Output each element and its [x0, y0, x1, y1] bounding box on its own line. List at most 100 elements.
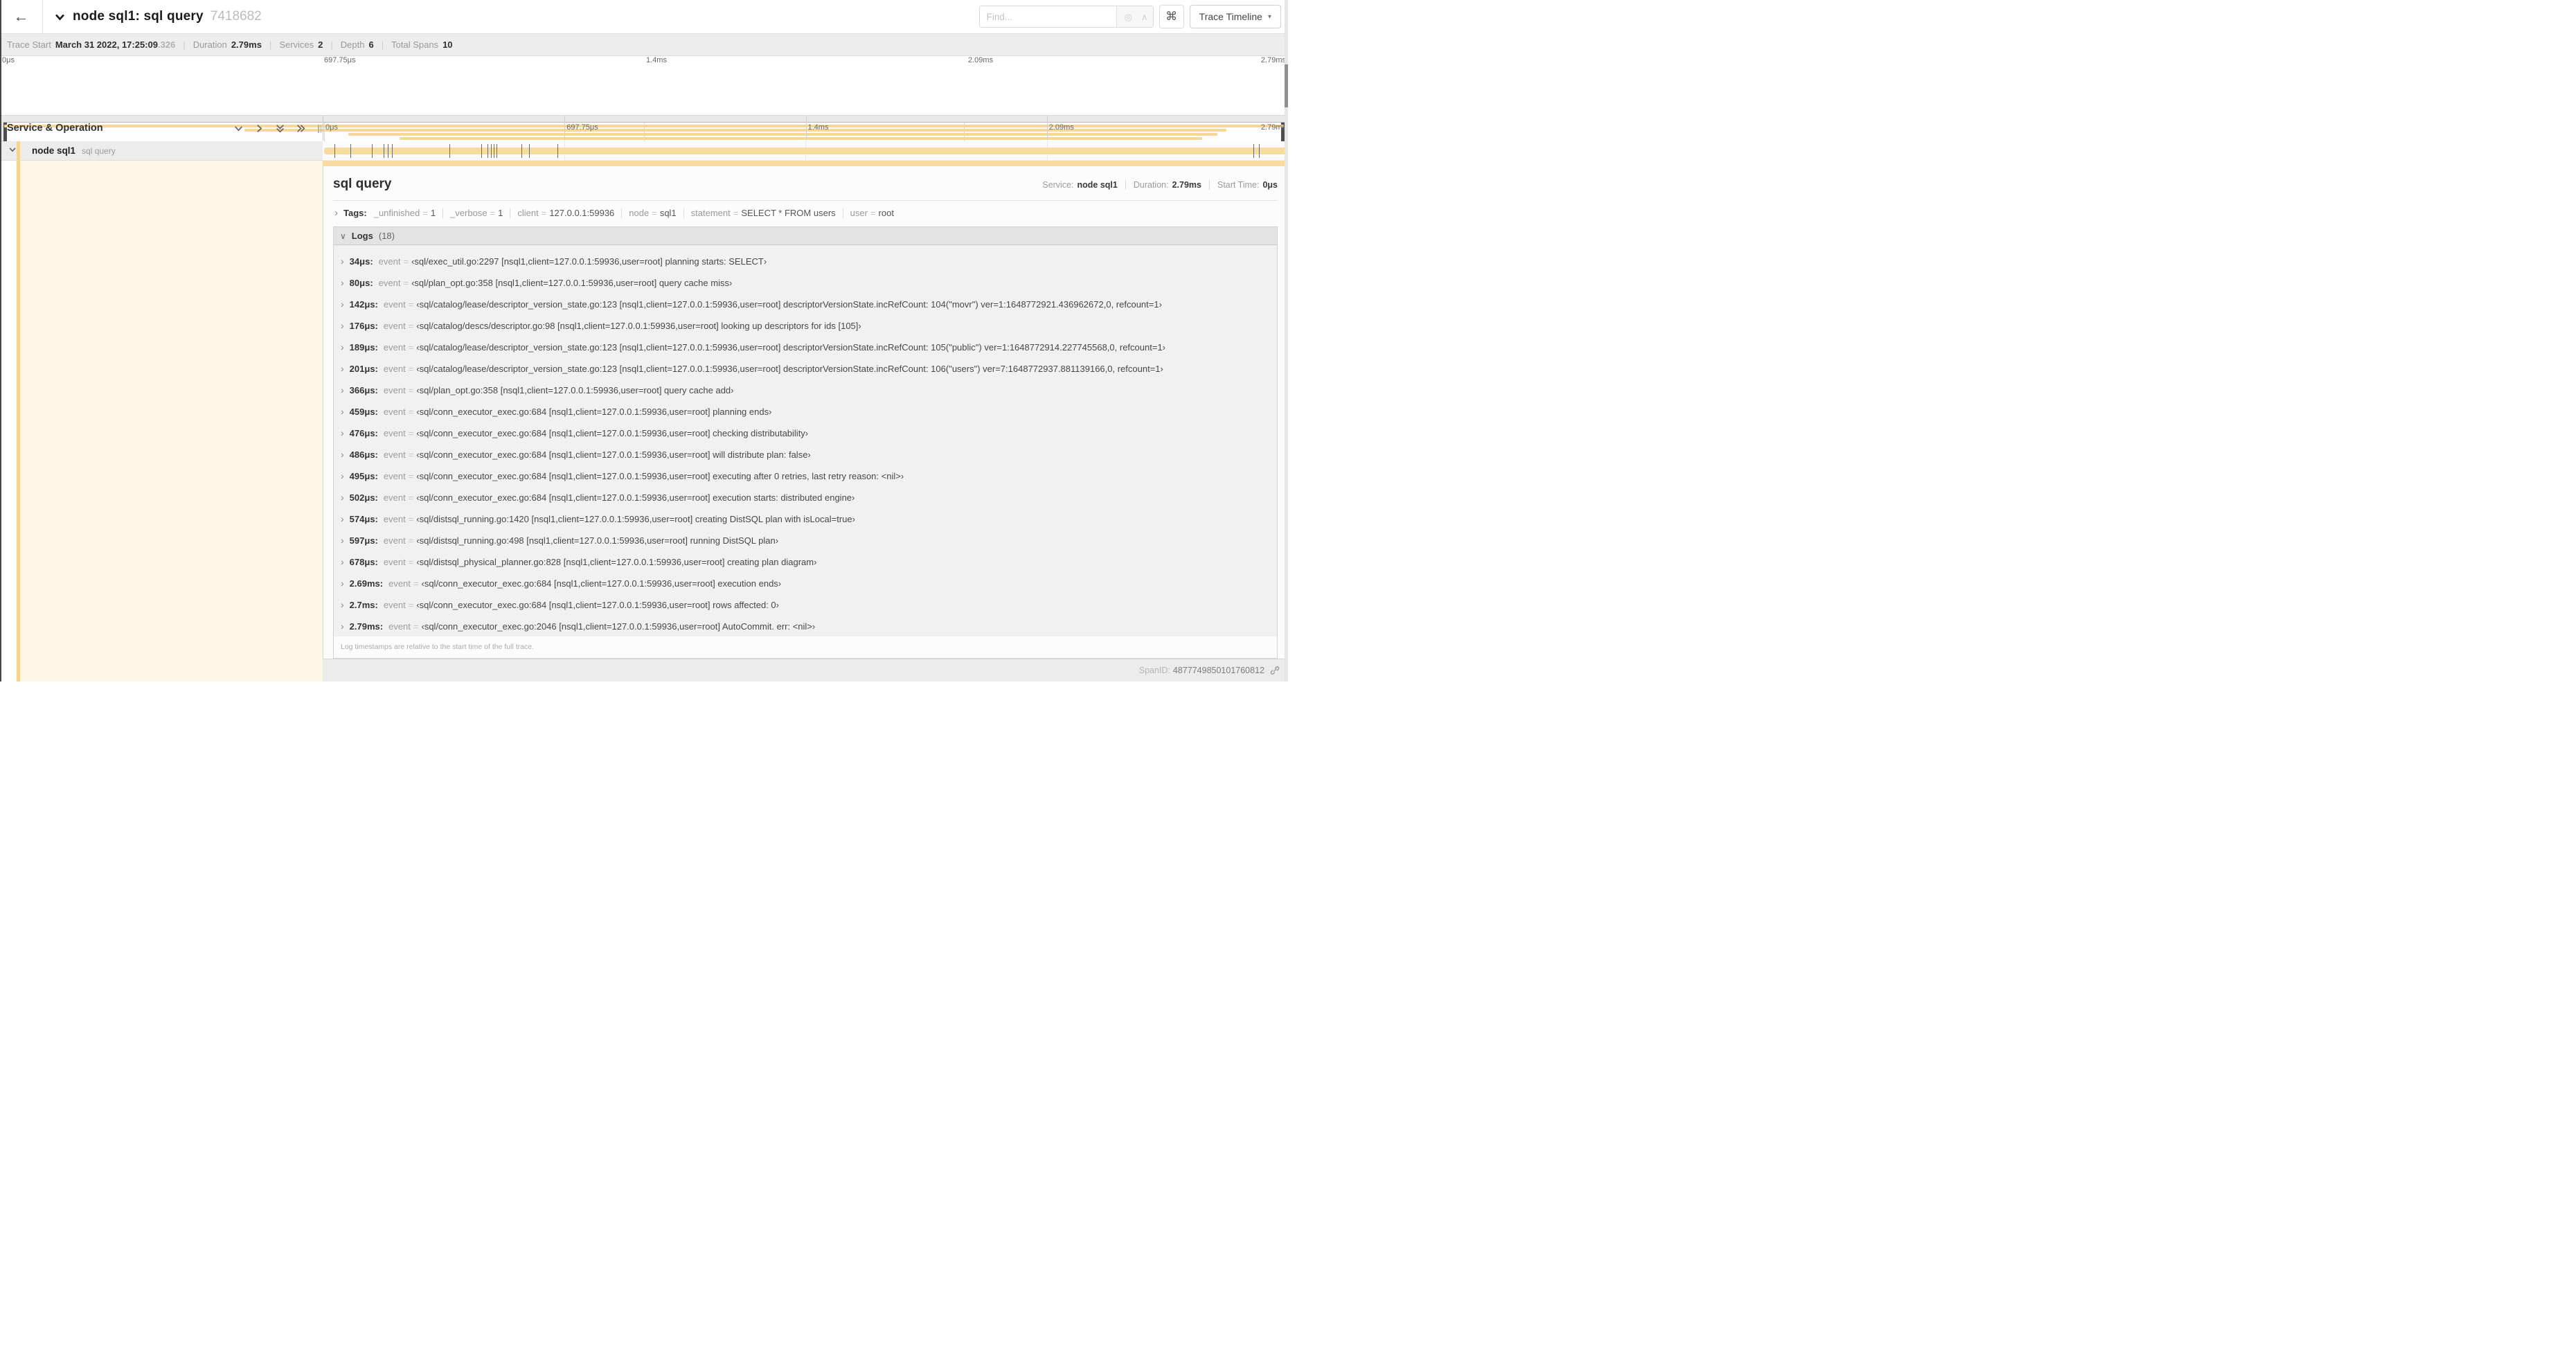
log-marker-tick[interactable] — [521, 144, 522, 158]
tags-expand-chevron-icon[interactable]: › — [334, 207, 338, 219]
log-expand-chevron-icon[interactable]: › — [341, 535, 344, 546]
log-marker-tick[interactable] — [481, 144, 483, 158]
tag-item[interactable]: client = 127.0.0.1:59936 — [517, 208, 614, 218]
log-entry[interactable]: › 189μs: event = ‹sql/catalog/lease/descript… — [334, 336, 1277, 357]
log-marker-tick[interactable] — [350, 144, 351, 158]
log-expand-chevron-icon[interactable]: › — [341, 492, 344, 503]
logs-header[interactable]: ∨ Logs (18) — [334, 227, 1277, 245]
logs-collapse-chevron-icon[interactable]: ∨ — [340, 231, 346, 241]
log-expand-chevron-icon[interactable]: › — [341, 363, 344, 374]
log-marker-tick[interactable] — [557, 144, 558, 158]
log-message: ‹sql/plan_opt.go:358 [nsql1,client=127.0… — [411, 277, 733, 288]
tag-item[interactable]: _unfinished = 1 — [374, 208, 436, 218]
log-entry[interactable]: › 201μs: event = ‹sql/catalog/lease/descript… — [334, 357, 1277, 379]
log-marker-tick[interactable] — [392, 144, 393, 158]
log-expand-chevron-icon[interactable]: › — [341, 406, 344, 417]
span-name-cell[interactable]: node sql1 sql query — [0, 141, 323, 161]
log-entry[interactable]: › 597μs: event = ‹sql/distsql_running.go:498… — [334, 529, 1277, 551]
log-expand-chevron-icon[interactable]: › — [341, 621, 344, 632]
ruler-grid-line — [564, 116, 566, 141]
log-expand-chevron-icon[interactable]: › — [341, 556, 344, 567]
prev-match-icon[interactable]: ∧ — [1141, 12, 1148, 21]
collapse-trace-chevron-icon[interactable] — [54, 11, 66, 23]
log-marker-tick[interactable] — [490, 144, 492, 158]
log-field-key: event — [383, 556, 406, 567]
view-selector-button[interactable]: Trace Timeline ▾ — [1189, 5, 1281, 28]
log-expand-chevron-icon[interactable]: › — [341, 513, 344, 524]
page-scrollbar[interactable] — [1285, 0, 1288, 682]
tags-row[interactable]: › Tags: _unfinished = 1 _verbose = 1 client = 12… — [333, 201, 1278, 224]
log-timestamp: 486μs: — [349, 449, 378, 460]
collapse-all-icon[interactable] — [275, 123, 285, 134]
span-collapse-chevron-icon[interactable] — [8, 145, 17, 157]
log-expand-chevron-icon[interactable]: › — [341, 341, 344, 353]
log-entry[interactable]: › 459μs: event = ‹sql/conn_executor_exec.go:… — [334, 400, 1277, 422]
log-entry[interactable]: › 2.79ms: event = ‹sql/conn_executor_exec.go… — [334, 615, 1277, 636]
tag-item[interactable]: user = root — [850, 208, 894, 218]
log-message: ‹sql/conn_executor_exec.go:684 [nsql1,cl… — [416, 492, 855, 503]
tag-item[interactable]: node = sql1 — [629, 208, 676, 218]
tag-equals: = — [733, 208, 739, 218]
log-expand-chevron-icon[interactable]: › — [341, 578, 344, 589]
log-marker-tick[interactable] — [449, 144, 450, 158]
overview-value: node sql1 — [1077, 180, 1118, 190]
back-button[interactable]: ← — [0, 0, 43, 33]
span-detail-panel: sql query Service: node sql1 Duration: 2.79… — [323, 166, 1288, 659]
log-marker-tick[interactable] — [1258, 144, 1260, 158]
find-input[interactable] — [979, 6, 1116, 27]
log-expand-chevron-icon[interactable]: › — [341, 599, 344, 610]
spanid-value: 4877749850101760812 — [1172, 666, 1264, 675]
locate-icon[interactable]: ◎ — [1125, 12, 1132, 21]
log-entry[interactable]: › 80μs: event = ‹sql/plan_opt.go:358 [nsql1,… — [334, 271, 1277, 293]
log-entry[interactable]: › 495μs: event = ‹sql/conn_executor_exec.go:… — [334, 465, 1277, 486]
deep-link-icon[interactable] — [1270, 666, 1280, 675]
log-timestamp: 201μs: — [349, 363, 378, 374]
stat-value-suffix: .326 — [157, 39, 176, 50]
column-resizer-grip[interactable] — [318, 125, 321, 133]
ruler-grid-line — [1046, 116, 1048, 141]
find-tools: ◎ ∧ ∨ ✕ — [1116, 6, 1153, 27]
tag-item[interactable]: _verbose = 1 — [450, 208, 503, 218]
expand-one-icon[interactable] — [254, 123, 265, 134]
keyboard-shortcuts-button[interactable]: ⌘ — [1159, 5, 1184, 28]
log-expand-chevron-icon[interactable]: › — [341, 427, 344, 438]
log-marker-tick[interactable] — [1253, 144, 1255, 158]
timeline-ruler: 0μs 697.75μs 1.4ms 2.09ms 2.79ms — [323, 116, 1288, 141]
log-expand-chevron-icon[interactable]: › — [341, 384, 344, 395]
log-entry[interactable]: › 2.69ms: event = ‹sql/conn_executor_exec.go… — [334, 572, 1277, 594]
log-entry[interactable]: › 476μs: event = ‹sql/conn_executor_exec.go:… — [334, 422, 1277, 443]
log-expand-chevron-icon[interactable]: › — [341, 277, 344, 288]
log-entry[interactable]: › 574μs: event = ‹sql/distsql_running.go:142… — [334, 508, 1277, 529]
overview-label: Duration: — [1133, 180, 1169, 190]
span-timeline-cell[interactable] — [323, 141, 1288, 161]
log-entry[interactable]: › 486μs: event = ‹sql/conn_executor_exec.go:… — [334, 443, 1277, 465]
span-duration-bar[interactable] — [324, 148, 1287, 154]
log-expand-chevron-icon[interactable]: › — [341, 320, 344, 331]
log-entry[interactable]: › 34μs: event = ‹sql/exec_util.go:2297 [nsql… — [334, 250, 1277, 271]
log-expand-chevron-icon[interactable]: › — [341, 256, 344, 267]
scrollbar-thumb[interactable] — [1285, 64, 1288, 107]
log-message: ‹sql/conn_executor_exec.go:684 [nsql1,cl… — [416, 470, 904, 481]
log-expand-chevron-icon[interactable]: › — [341, 299, 344, 310]
detail-span-bar[interactable] — [323, 161, 1288, 166]
log-marker-tick[interactable] — [334, 144, 335, 158]
log-entry[interactable]: › 502μs: event = ‹sql/conn_executor_exec.go:… — [334, 486, 1277, 508]
log-marker-tick[interactable] — [371, 144, 373, 158]
log-expand-chevron-icon[interactable]: › — [341, 449, 344, 460]
log-equals: = — [408, 492, 414, 503]
ruler-tick-label: 697.75μs — [566, 123, 598, 132]
expand-all-icon[interactable] — [296, 123, 306, 134]
collapse-one-icon[interactable] — [233, 123, 244, 134]
tag-item[interactable]: statement = SELECT * FROM users — [691, 208, 836, 218]
log-entry[interactable]: › 678μs: event = ‹sql/distsql_physical_plann… — [334, 551, 1277, 572]
log-field-key: event — [383, 406, 406, 417]
log-entry[interactable]: › 2.7ms: event = ‹sql/conn_executor_exec.go:… — [334, 594, 1277, 615]
log-entry[interactable]: › 176μs: event = ‹sql/catalog/descs/descript… — [334, 314, 1277, 336]
chevron-down-icon: ▾ — [1267, 12, 1271, 21]
log-marker-tick[interactable] — [529, 144, 530, 158]
log-entry[interactable]: › 366μs: event = ‹sql/plan_opt.go:358 [nsql1… — [334, 379, 1277, 400]
log-field-key: event — [383, 341, 406, 353]
detail-row-tint — [20, 161, 323, 682]
log-expand-chevron-icon[interactable]: › — [341, 470, 344, 481]
log-entry[interactable]: › 142μs: event = ‹sql/catalog/lease/descript… — [334, 293, 1277, 314]
